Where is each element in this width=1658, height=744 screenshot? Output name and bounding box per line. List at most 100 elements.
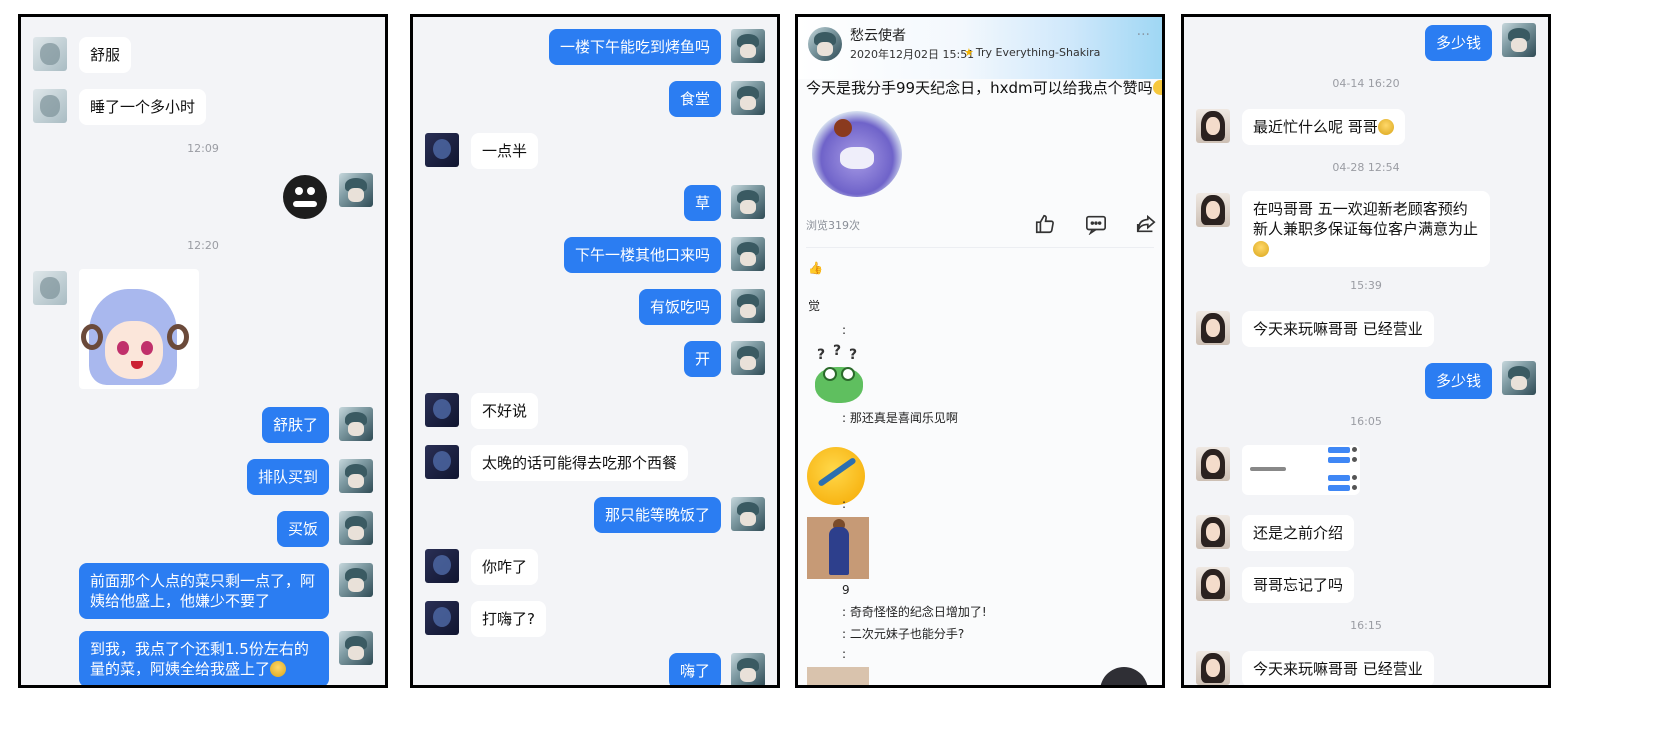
chat-panel-4: 多少钱 04-14 16:20 最近忙什么呢 哥哥 04-28 12:54 在吗…	[1181, 14, 1551, 688]
contact-avatar[interactable]	[33, 89, 67, 123]
timestamp: 04-28 12:54	[1332, 161, 1400, 174]
music-tag[interactable]: ★ Try Everything-Shakira	[964, 46, 1100, 59]
outgoing-message: 多少钱	[1424, 25, 1492, 61]
incoming-message: 在吗哥哥 五一欢迎新老顾客预约新人兼职多保证每位客户满意为止	[1242, 191, 1490, 267]
incoming-message: 打嗨了?	[471, 601, 546, 637]
emoji-icon	[1253, 241, 1269, 257]
incoming-message: 睡了一个多小时	[79, 89, 207, 125]
likes-names: 觉	[808, 299, 821, 313]
comment: : 奇奇怪怪的纪念日增加了!	[842, 605, 987, 619]
incoming-message: 不好说	[471, 393, 539, 429]
black-face-sticker[interactable]	[283, 175, 327, 219]
self-avatar[interactable]	[339, 459, 373, 493]
comment-icon[interactable]	[1085, 213, 1107, 236]
emoji-sticker	[807, 447, 865, 505]
outgoing-message: 食堂	[668, 81, 721, 117]
self-avatar[interactable]	[731, 289, 765, 323]
self-avatar[interactable]	[731, 237, 765, 271]
confused-frog-sticker: ???	[807, 343, 867, 405]
post-header: 愁云使者 2020年12月02日 15:51 ★ Try Everything-S…	[798, 17, 1162, 79]
contact-avatar[interactable]	[1196, 311, 1230, 345]
contact-avatar[interactable]	[1196, 515, 1230, 549]
contact-avatar[interactable]	[33, 271, 67, 305]
incoming-message: 今天来玩嘛哥哥 已经营业	[1242, 311, 1434, 347]
contact-avatar[interactable]	[425, 549, 459, 583]
author-avatar[interactable]	[808, 27, 842, 61]
timestamp: 15:39	[1350, 279, 1382, 292]
outgoing-message: 草	[683, 185, 721, 221]
wink-emoji-icon	[1152, 80, 1162, 95]
outgoing-message: 嗨了	[668, 653, 721, 685]
chat-panel-1: 舒服 睡了一个多小时 12:09 12:20 舒肤了 排队买到 买饭 前面那个人…	[18, 14, 388, 688]
comment: :	[842, 647, 847, 661]
contact-avatar[interactable]	[425, 393, 459, 427]
message-text: 今天来玩嘛哥哥 已经营业	[1253, 320, 1423, 338]
outgoing-message: 舒肤了	[261, 407, 329, 443]
self-avatar[interactable]	[339, 173, 373, 207]
timestamp: 16:05	[1350, 415, 1382, 428]
smile-emoji-icon	[270, 661, 287, 677]
self-avatar[interactable]	[339, 631, 373, 665]
contact-avatar[interactable]	[1196, 651, 1230, 685]
post-body: 今天是我分手99天纪念日，hxdm可以给我点个赞吗	[806, 77, 1162, 98]
divider	[806, 247, 1154, 248]
more-options-icon[interactable]: ···	[1137, 27, 1150, 43]
outgoing-message: 一楼下午能吃到烤鱼吗	[548, 29, 721, 65]
thumb-up-icon[interactable]	[1034, 213, 1056, 235]
message-text: 今天来玩嘛哥哥 已经营业	[1253, 660, 1423, 678]
outgoing-message: 下午一楼其他口来吗	[563, 237, 721, 273]
incoming-message: 哥哥忘记了吗	[1242, 567, 1355, 603]
contact-avatar[interactable]	[1196, 109, 1230, 143]
floating-action-button[interactable]	[1100, 667, 1148, 685]
comment: 9	[842, 583, 850, 597]
view-count: 浏览319次	[806, 219, 860, 232]
photo-thumbnail[interactable]	[807, 667, 869, 685]
incoming-message: 你咋了	[471, 549, 539, 585]
outgoing-message: 有饭吃吗	[638, 289, 721, 325]
contact-avatar[interactable]	[425, 445, 459, 479]
post-text: 今天是我分手99天纪念日，hxdm可以给我点个赞吗	[806, 79, 1153, 97]
anime-girl-sticker[interactable]	[79, 269, 199, 389]
self-avatar[interactable]	[731, 341, 765, 375]
self-avatar[interactable]	[339, 563, 373, 597]
timestamp: 16:15	[1350, 619, 1382, 632]
comment: : 那还真是喜闻乐见啊	[842, 411, 958, 425]
self-avatar[interactable]	[731, 81, 765, 115]
self-avatar[interactable]	[731, 185, 765, 219]
self-avatar[interactable]	[731, 29, 765, 63]
self-avatar[interactable]	[731, 653, 765, 685]
self-avatar[interactable]	[731, 497, 765, 531]
incoming-message: 一点半	[471, 133, 539, 169]
contact-avatar[interactable]	[1196, 567, 1230, 601]
comment: :	[842, 323, 847, 337]
self-avatar[interactable]	[1502, 23, 1536, 57]
self-avatar[interactable]	[1502, 361, 1536, 395]
photo-thumbnail[interactable]	[807, 517, 869, 579]
incoming-message: 还是之前介绍	[1242, 515, 1355, 551]
outgoing-message: 那只能等晚饭了	[593, 497, 721, 533]
emoji-icon	[1377, 119, 1394, 135]
incoming-message: 最近忙什么呢 哥哥	[1242, 109, 1405, 145]
contact-avatar[interactable]	[33, 37, 67, 71]
comment: : 二次元妹子也能分手?	[842, 627, 965, 641]
outgoing-message: 开	[683, 341, 721, 377]
self-avatar[interactable]	[339, 511, 373, 545]
outgoing-message: 到我，我点了个还剩1.5份左右的量的菜，阿姨全给我盛上了	[79, 631, 329, 685]
star-icon: ★	[964, 46, 974, 59]
comment: :	[842, 497, 847, 511]
crying-blob-sticker[interactable]	[812, 111, 902, 197]
outgoing-message: 买饭	[276, 511, 329, 547]
incoming-message: 舒服	[79, 37, 132, 73]
chat-panel-2: 一楼下午能吃到烤鱼吗 食堂 一点半 草 下午一楼其他口来吗 有饭吃吗 开 不好说…	[410, 14, 780, 688]
share-icon[interactable]	[1135, 213, 1157, 235]
author-name[interactable]: 愁云使者	[850, 25, 906, 45]
contact-avatar[interactable]	[425, 133, 459, 167]
post-panel: 愁云使者 2020年12月02日 15:51 ★ Try Everything-S…	[795, 14, 1165, 688]
contact-avatar[interactable]	[1196, 447, 1230, 481]
screenshot-image[interactable]	[1242, 445, 1360, 495]
contact-avatar[interactable]	[1196, 193, 1230, 227]
self-avatar[interactable]	[339, 407, 373, 441]
outgoing-message: 多少钱	[1424, 363, 1492, 399]
contact-avatar[interactable]	[425, 601, 459, 635]
timestamp: 12:20	[187, 239, 219, 252]
